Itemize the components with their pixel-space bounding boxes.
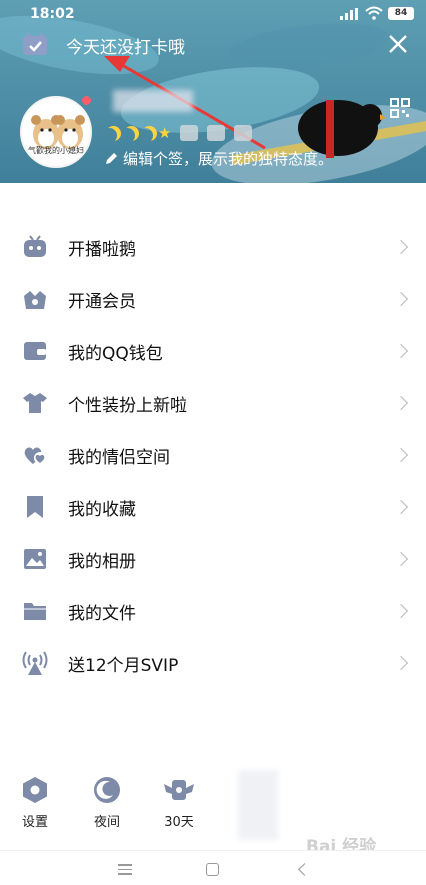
- chevron-right-icon: [393, 343, 409, 359]
- notification-dot: [82, 96, 91, 105]
- profile-header: 18:02 84 今天还没打卡哦 气歡我的小媳妇 ★ 编辑个签，展示我的独特态度…: [0, 0, 426, 183]
- menu-item-files[interactable]: 我的文件: [0, 585, 426, 637]
- wallet-icon: [24, 342, 46, 360]
- menu-item-album[interactable]: 我的相册: [0, 533, 426, 585]
- pencil-icon: [106, 152, 117, 164]
- battery-icon: 84: [388, 7, 414, 20]
- calendar-check-icon[interactable]: [22, 32, 48, 56]
- menu-item-couple[interactable]: 我的情侣空间: [0, 429, 426, 481]
- chevron-right-icon: [393, 499, 409, 515]
- night-mode-button[interactable]: 夜间: [87, 776, 127, 830]
- menu-item-label: 我的收藏: [68, 499, 136, 520]
- settings-label: 设置: [21, 815, 48, 830]
- nav-back-icon[interactable]: [298, 863, 311, 876]
- wifi-icon: [365, 6, 383, 20]
- moon-icon: [102, 128, 117, 143]
- penguin-decoration: [298, 100, 386, 158]
- winged-badge-icon: [164, 780, 194, 800]
- chevron-right-icon: [393, 239, 409, 255]
- close-icon[interactable]: [386, 32, 410, 56]
- blurred-nickname: [113, 90, 193, 112]
- badge-icon: [180, 125, 199, 141]
- tshirt-icon: [23, 393, 47, 413]
- menu-item-live[interactable]: 开播啦鹅: [0, 221, 426, 273]
- star-icon: ★: [158, 123, 172, 142]
- status-bar: 18:02 84: [0, 0, 426, 28]
- night-mode-icon: [94, 777, 120, 803]
- checkin-days-button[interactable]: 30天: [159, 776, 199, 830]
- avatar[interactable]: 气歡我的小媳妇: [20, 96, 92, 168]
- chevron-right-icon: [393, 395, 409, 411]
- menu-item-svip-gift[interactable]: 送12个月SVIP: [0, 637, 426, 689]
- chevron-right-icon: [393, 291, 409, 307]
- moon-icon: [120, 128, 135, 143]
- system-nav-bar: [0, 850, 426, 885]
- qq-level-row[interactable]: ★: [102, 123, 253, 143]
- signal-icon: [340, 8, 358, 20]
- settings-icon: [23, 777, 47, 803]
- settings-button[interactable]: 设置: [15, 776, 55, 830]
- avatar-caption: 气歡我的小媳妇: [28, 146, 84, 155]
- night-mode-label: 夜间: [93, 815, 120, 830]
- menu-item-wallet[interactable]: 我的QQ钱包: [0, 325, 426, 377]
- qr-code-icon[interactable]: [390, 98, 410, 118]
- menu-item-label: 我的QQ钱包: [68, 343, 163, 364]
- diamond-badge-icon: [234, 125, 253, 141]
- qq-side-drawer: 18:02 84 今天还没打卡哦 气歡我的小媳妇 ★ 编辑个签，展示我的独特态度…: [0, 0, 426, 885]
- photo-icon: [24, 549, 46, 569]
- hamster-avatar-icon: [31, 115, 85, 149]
- folder-icon: [24, 603, 46, 620]
- status-time: 18:02: [30, 6, 75, 22]
- menu-item-label: 送12个月SVIP: [68, 655, 179, 676]
- hearts-icon: [24, 447, 46, 464]
- chevron-right-icon: [393, 603, 409, 619]
- nav-menu-icon[interactable]: [118, 864, 132, 878]
- broadcast-icon: [22, 651, 48, 675]
- checkin-days-label: 30天: [164, 815, 194, 830]
- menu-item-theme[interactable]: 个性装扮上新啦: [0, 377, 426, 429]
- chevron-right-icon: [393, 447, 409, 463]
- menu-item-favorites[interactable]: 我的收藏: [0, 481, 426, 533]
- badge-icon: [207, 125, 226, 141]
- chevron-right-icon: [393, 655, 409, 671]
- moon-icon: [138, 128, 153, 143]
- menu-item-label: 开通会员: [68, 291, 136, 312]
- menu-item-label: 我的情侣空间: [68, 447, 170, 468]
- bookmark-icon: [27, 496, 43, 518]
- chevron-right-icon: [393, 551, 409, 567]
- menu-item-label: 我的相册: [68, 551, 136, 572]
- menu-item-label: 个性装扮上新啦: [68, 395, 187, 416]
- blurred-tool: [238, 770, 278, 840]
- menu-item-label: 开播啦鹅: [68, 239, 136, 260]
- nav-home-icon[interactable]: [206, 863, 219, 876]
- tv-robot-icon: [24, 235, 46, 257]
- menu-item-label: 我的文件: [68, 603, 136, 624]
- menu-item-vip[interactable]: 开通会员: [0, 273, 426, 325]
- crown-bag-icon: [24, 291, 46, 309]
